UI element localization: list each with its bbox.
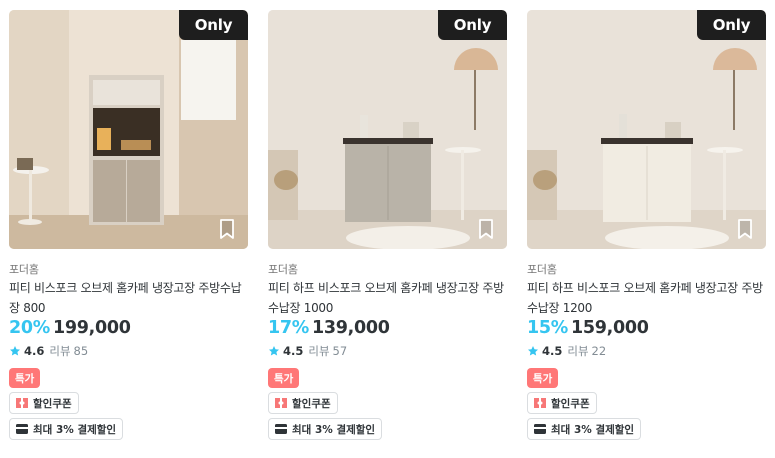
ticket-icon [275,398,287,408]
product-card[interactable]: Only 포더홈 피티 하프 비스포크 오브제 홈카페 냉장고장 주방수납장 1… [268,10,507,450]
bookmark-icon[interactable] [733,217,757,241]
rating-row: 4.5 리뷰 22 [527,343,606,359]
special-price-badge: 특가 [268,368,300,388]
price-row: 15% 159,000 [527,318,649,338]
product-photo [268,10,507,249]
discount-rate: 15% [527,318,568,338]
product-image[interactable]: Only [268,10,507,249]
card-icon [16,424,28,434]
product-card[interactable]: Only 포더홈 피티 비스포크 오브제 홈카페 냉장고장 주방수납장 800 … [9,10,248,450]
product-title[interactable]: 피티 하프 비스포크 오브제 홈카페 냉장고장 주방수납장 1000 [268,278,504,318]
rating-value: 4.5 [542,344,563,358]
product-title[interactable]: 피티 하프 비스포크 오브제 홈카페 냉장고장 주방수납장 1200 [527,278,763,318]
discount-rate: 20% [9,318,50,338]
coupon-label: 할인쿠폰 [33,397,72,410]
discount-rate: 17% [268,318,309,338]
payment-discount-label: 최대 3% 결제할인 [292,423,376,436]
price-row: 17% 139,000 [268,318,390,338]
coupon-tag[interactable]: 할인쿠폰 [268,392,338,414]
special-price-badge: 특가 [9,368,41,388]
product-card[interactable]: Only 포더홈 피티 하프 비스포크 오브제 홈카페 냉장고장 주방수납장 1… [527,10,766,450]
special-price-badge: 특가 [527,368,559,388]
review-count: 85 [73,344,89,358]
payment-discount-tag[interactable]: 최대 3% 결제할인 [9,418,124,440]
rating-row: 4.6 리뷰 85 [9,343,88,359]
rating-row: 4.5 리뷰 57 [268,343,347,359]
review-label: 리뷰 [308,344,330,358]
review-label: 리뷰 [567,344,589,358]
price-row: 20% 199,000 [9,318,131,338]
sale-price: 139,000 [312,318,390,338]
brand-name[interactable]: 포더홈 [9,261,39,277]
ticket-icon [16,398,28,408]
coupon-tag[interactable]: 할인쿠폰 [9,392,79,414]
sale-price: 159,000 [571,318,649,338]
coupon-tag[interactable]: 할인쿠폰 [527,392,597,414]
only-badge: Only [438,10,507,40]
product-photo [9,10,248,249]
coupon-label: 할인쿠폰 [551,397,590,410]
review-label: 리뷰 [49,344,71,358]
product-photo [527,10,766,249]
only-badge: Only [179,10,248,40]
ticket-icon [534,398,546,408]
rating-value: 4.6 [24,344,45,358]
brand-name[interactable]: 포더홈 [527,261,557,277]
payment-discount-tag[interactable]: 최대 3% 결제할인 [527,418,642,440]
brand-name[interactable]: 포더홈 [268,261,298,277]
review-count: 22 [591,344,607,358]
product-image[interactable]: Only [527,10,766,249]
product-grid: Only 포더홈 피티 비스포크 오브제 홈카페 냉장고장 주방수납장 800 … [0,0,775,458]
payment-discount-label: 최대 3% 결제할인 [33,423,117,436]
payment-discount-tag[interactable]: 최대 3% 결제할인 [268,418,383,440]
star-icon [10,346,20,356]
payment-discount-label: 최대 3% 결제할인 [551,423,635,436]
bookmark-icon[interactable] [215,217,239,241]
sale-price: 199,000 [53,318,131,338]
review-count: 57 [332,344,348,358]
only-badge: Only [697,10,766,40]
card-icon [275,424,287,434]
coupon-label: 할인쿠폰 [292,397,331,410]
star-icon [269,346,279,356]
star-icon [528,346,538,356]
product-title[interactable]: 피티 비스포크 오브제 홈카페 냉장고장 주방수납장 800 [9,278,245,318]
rating-value: 4.5 [283,344,304,358]
card-icon [534,424,546,434]
product-image[interactable]: Only [9,10,248,249]
bookmark-icon[interactable] [474,217,498,241]
